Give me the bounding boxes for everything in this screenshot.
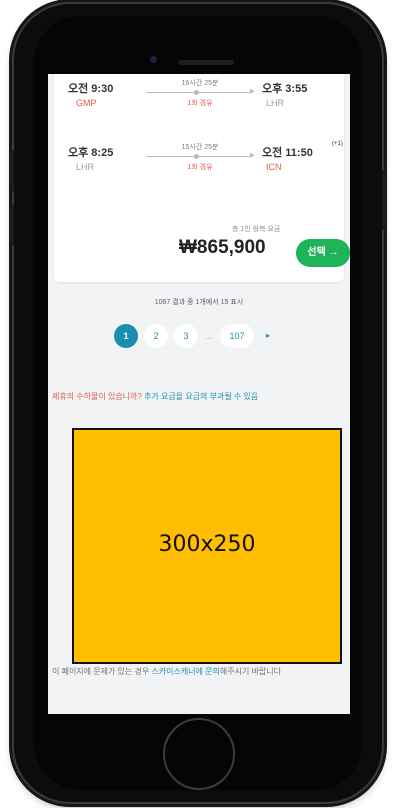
page-1-button[interactable]: 1 bbox=[114, 324, 138, 348]
outbound-stop-dot bbox=[194, 90, 199, 95]
baggage-question: 제휴의 수하물이 있습니까? bbox=[52, 392, 145, 401]
page-ellipsis: ... bbox=[205, 331, 213, 341]
select-flight-button[interactable]: 선택 → bbox=[296, 239, 350, 267]
return-depart-time: 오후 8:25 bbox=[68, 147, 114, 159]
return-arrive-code: ICN bbox=[266, 162, 282, 172]
route-arrow-icon: ▸ bbox=[250, 150, 256, 161]
page-2-button[interactable]: 2 bbox=[144, 324, 168, 348]
return-leg: 오후 8:25 LHR 15시간 25분 ▸ 1회 경유 오전 11:50 (+… bbox=[54, 138, 344, 188]
return-duration: 15시간 25분 bbox=[181, 144, 219, 151]
ad-size-label: 300x250 bbox=[158, 532, 256, 557]
return-depart-code: LHR bbox=[76, 162, 95, 172]
outbound-arrive-time: 오후 3:55 bbox=[262, 83, 308, 95]
ad-placeholder[interactable]: 300x250 bbox=[72, 428, 342, 664]
next-day-indicator: (+1) bbox=[332, 141, 343, 147]
results-summary: 1067 결과 중 1개에서 15 표시 bbox=[154, 299, 244, 306]
baggage-notice: 제휴의 수하물이 있습니까? 추가 요금을 요금의 부과될 수 있음 bbox=[52, 390, 348, 403]
phone-screen: 오전 9:30 GMP 16시간 25분 ▸ 1회 경유 오후 3:55 LHR… bbox=[48, 74, 350, 714]
page-3-button[interactable]: 3 bbox=[174, 324, 198, 348]
route-arrow-icon: ▸ bbox=[250, 86, 256, 97]
outbound-stops: 1회 경유 bbox=[187, 100, 213, 107]
report-text: 이 페이지에 문제가 있는 경우 bbox=[52, 667, 152, 676]
front-camera bbox=[150, 56, 157, 63]
pagination: 1 2 3 ... 107 ▸ bbox=[114, 324, 294, 348]
next-page-icon[interactable]: ▸ bbox=[258, 324, 278, 348]
return-stop-dot bbox=[194, 154, 199, 159]
price-note: 총 1인 왕복 요금 bbox=[232, 226, 281, 233]
outbound-duration: 16시간 25분 bbox=[181, 80, 219, 87]
outbound-arrive-code: LHR bbox=[266, 98, 285, 108]
home-button[interactable] bbox=[163, 718, 235, 790]
return-arrive-time: 오전 11:50 bbox=[262, 147, 313, 159]
flight-price: ₩865,900 bbox=[179, 237, 266, 258]
page-last-button[interactable]: 107 bbox=[220, 324, 254, 348]
earpiece-speaker bbox=[178, 60, 234, 65]
report-contact-link[interactable]: 스카이스캐너에 문의 bbox=[151, 667, 219, 676]
report-suffix: 해주시기 바랍니다 bbox=[219, 667, 282, 676]
outbound-depart-time: 오전 9:30 bbox=[68, 83, 114, 95]
power-button bbox=[382, 170, 386, 230]
outbound-depart-code: GMP bbox=[76, 98, 97, 108]
report-problem-notice: 이 페이지에 문제가 있는 경우 스카이스캐너에 문의해주시기 바랍니다 bbox=[52, 666, 348, 678]
outbound-leg: 오전 9:30 GMP 16시간 25분 ▸ 1회 경유 오후 3:55 LHR bbox=[54, 74, 344, 124]
return-stops: 1회 경유 bbox=[187, 164, 213, 171]
volume-down-button bbox=[10, 204, 14, 246]
baggage-fee-link[interactable]: 추가 요금을 요금의 부과될 수 있음 bbox=[144, 392, 258, 401]
volume-up-button bbox=[10, 150, 14, 192]
